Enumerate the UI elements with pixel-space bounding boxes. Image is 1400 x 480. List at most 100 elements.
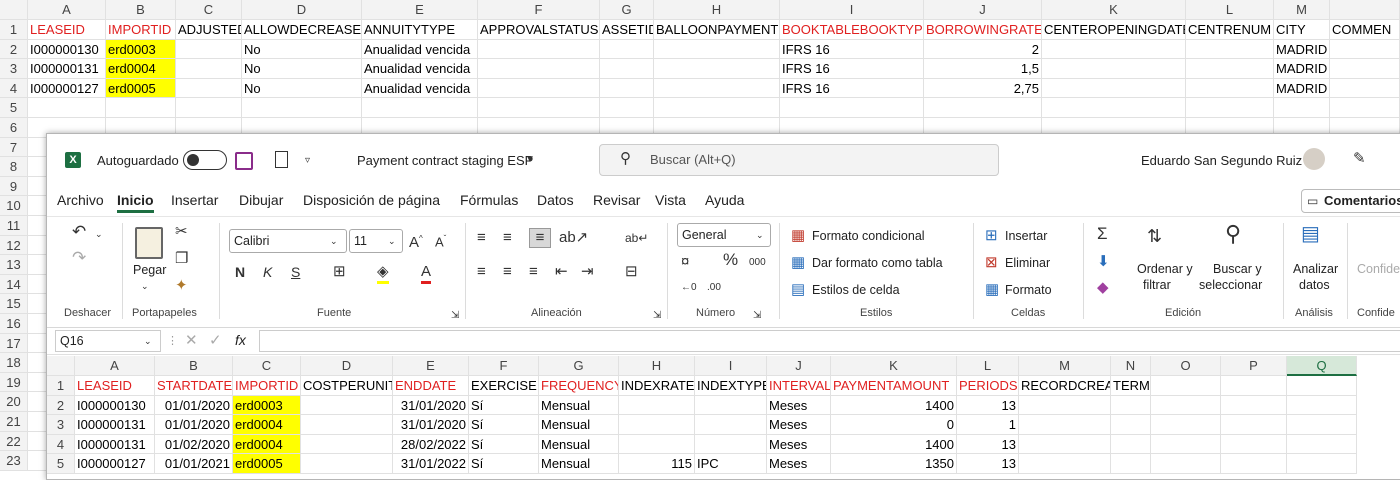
grid-cell[interactable] xyxy=(28,98,106,118)
header-cell[interactable] xyxy=(1151,376,1221,396)
data-cell[interactable]: 13 xyxy=(957,395,1019,416)
underline-icon[interactable]: S xyxy=(291,263,300,281)
header-cell[interactable]: LEASEID xyxy=(28,20,106,40)
row-header[interactable]: 20 xyxy=(0,392,28,412)
insert-cells-icon[interactable]: ⊞ xyxy=(985,227,998,245)
analyze-data-label-1[interactable]: Analizar xyxy=(1293,262,1338,276)
header-cell[interactable]: STARTDATE xyxy=(155,376,233,396)
data-cell[interactable] xyxy=(1186,78,1274,99)
header-cell[interactable]: INTERVAL xyxy=(767,376,831,396)
header-cell[interactable]: BOOKTABLEBOOKTYPE xyxy=(780,20,924,40)
row-header[interactable]: 12 xyxy=(0,235,28,256)
data-cell[interactable]: IFRS 16 xyxy=(780,78,924,99)
data-cell[interactable]: I000000127 xyxy=(28,78,106,99)
data-cell[interactable] xyxy=(301,395,393,416)
column-header[interactable]: E xyxy=(362,0,478,20)
tab-vista[interactable]: Vista xyxy=(655,192,686,208)
grid-cell[interactable] xyxy=(176,98,242,118)
column-header[interactable]: G xyxy=(539,356,619,376)
align-top-icon[interactable]: ≡ xyxy=(477,229,486,247)
number-format-select[interactable]: General ⌄ xyxy=(677,223,771,247)
comments-button[interactable]: Comentarios ▭ xyxy=(1301,189,1400,213)
dialog-launcher-icon[interactable]: ⇲ xyxy=(451,307,459,325)
tab-archivo[interactable]: Archivo xyxy=(57,192,104,208)
data-cell[interactable]: IFRS 16 xyxy=(780,59,924,79)
column-header[interactable]: C xyxy=(233,356,301,376)
table-format-icon[interactable]: ▦ xyxy=(791,254,805,272)
autosum-icon[interactable]: Σ xyxy=(1097,225,1108,243)
align-left-icon[interactable]: ≡ xyxy=(477,263,486,281)
data-cell[interactable]: erd0003 xyxy=(233,395,301,416)
data-cell[interactable]: I000000130 xyxy=(75,395,155,416)
tab-insertar[interactable]: Insertar xyxy=(171,192,218,208)
row-header[interactable]: 21 xyxy=(0,412,28,432)
sort-filter-icon[interactable]: ⇅ xyxy=(1147,227,1162,245)
column-header[interactable]: M xyxy=(1274,0,1330,20)
undo-dropdown-icon[interactable]: ⌄ xyxy=(95,225,103,243)
data-cell[interactable]: I000000131 xyxy=(28,59,106,79)
tab-fórmulas[interactable]: Fórmulas xyxy=(460,192,518,208)
data-cell[interactable]: Anualidad vencida xyxy=(362,78,478,99)
row-header[interactable]: 5 xyxy=(0,98,28,118)
format-cells-icon[interactable]: ▦ xyxy=(985,281,999,299)
header-cell[interactable]: ASSETID xyxy=(600,20,654,40)
autosave-toggle[interactable] xyxy=(183,150,227,170)
column-header[interactable]: K xyxy=(831,356,957,376)
column-header[interactable]: J xyxy=(767,356,831,376)
header-cell[interactable]: ALLOWDECREASES xyxy=(242,20,362,40)
grid-cell[interactable] xyxy=(1042,98,1186,118)
data-cell[interactable] xyxy=(478,39,600,60)
data-cell[interactable] xyxy=(695,434,767,455)
orientation-icon[interactable]: ab↗ xyxy=(559,229,588,247)
column-header[interactable]: A xyxy=(28,0,106,20)
data-cell[interactable]: 1400 xyxy=(831,395,957,416)
data-cell[interactable]: erd0004 xyxy=(106,59,176,79)
data-cell[interactable]: I000000130 xyxy=(28,39,106,60)
row-header[interactable]: 5 xyxy=(47,454,75,474)
row-header[interactable]: 14 xyxy=(0,274,28,295)
insert-cells-button[interactable]: Insertar xyxy=(1005,229,1047,243)
decrease-indent-icon[interactable]: ⇤ xyxy=(555,263,568,281)
column-header[interactable]: E xyxy=(393,356,469,376)
enter-icon[interactable]: ✓ xyxy=(209,332,222,350)
row-header[interactable]: 4 xyxy=(47,434,75,455)
header-cell[interactable]: IMPORTID xyxy=(233,376,301,396)
data-cell[interactable]: Mensual xyxy=(539,454,619,474)
cut-icon[interactable]: ✂ xyxy=(175,223,188,241)
data-cell[interactable]: Mensual xyxy=(539,434,619,455)
data-cell[interactable] xyxy=(1111,395,1151,416)
grid-cell[interactable] xyxy=(600,98,654,118)
data-cell[interactable] xyxy=(619,395,695,416)
thousands-icon[interactable]: 000 xyxy=(749,254,766,272)
data-cell[interactable] xyxy=(1042,78,1186,99)
header-cell[interactable] xyxy=(1221,376,1287,396)
grid-cell[interactable] xyxy=(1274,98,1330,118)
header-cell[interactable]: PERIODS xyxy=(957,376,1019,396)
row-header[interactable]: 16 xyxy=(0,314,28,334)
corner-cell[interactable] xyxy=(0,0,28,20)
data-cell[interactable] xyxy=(1019,454,1111,474)
data-cell[interactable]: Meses xyxy=(767,395,831,416)
tab-inicio[interactable]: Inicio xyxy=(117,192,154,213)
data-cell[interactable]: Anualidad vencida xyxy=(362,39,478,60)
data-cell[interactable] xyxy=(1330,59,1400,79)
grid-cell[interactable] xyxy=(106,98,176,118)
row-header[interactable]: 9 xyxy=(0,176,28,197)
wrap-text-icon[interactable]: ab↵ xyxy=(625,229,648,247)
data-cell[interactable] xyxy=(1111,434,1151,455)
increase-indent-icon[interactable]: ⇥ xyxy=(581,263,594,281)
align-center-icon[interactable]: ≡ xyxy=(503,263,512,281)
dialog-launcher-icon[interactable]: ⇲ xyxy=(653,307,661,325)
column-header[interactable]: G xyxy=(600,0,654,20)
data-cell[interactable] xyxy=(1111,454,1151,474)
sort-filter-label-1[interactable]: Ordenar y xyxy=(1137,262,1193,276)
row-header[interactable]: 10 xyxy=(0,196,28,216)
cell-styles-button[interactable]: Estilos de celda xyxy=(812,283,900,297)
column-header[interactable]: H xyxy=(619,356,695,376)
row-header[interactable]: 3 xyxy=(0,59,28,79)
analyze-data-icon[interactable]: ▤ xyxy=(1301,224,1320,244)
table-format-button[interactable]: Dar formato como tabla xyxy=(812,256,943,270)
data-cell[interactable]: I000000131 xyxy=(75,415,155,435)
header-cell[interactable]: CENTRENUM xyxy=(1186,20,1274,40)
data-cell[interactable]: 01/01/2020 xyxy=(155,415,233,435)
